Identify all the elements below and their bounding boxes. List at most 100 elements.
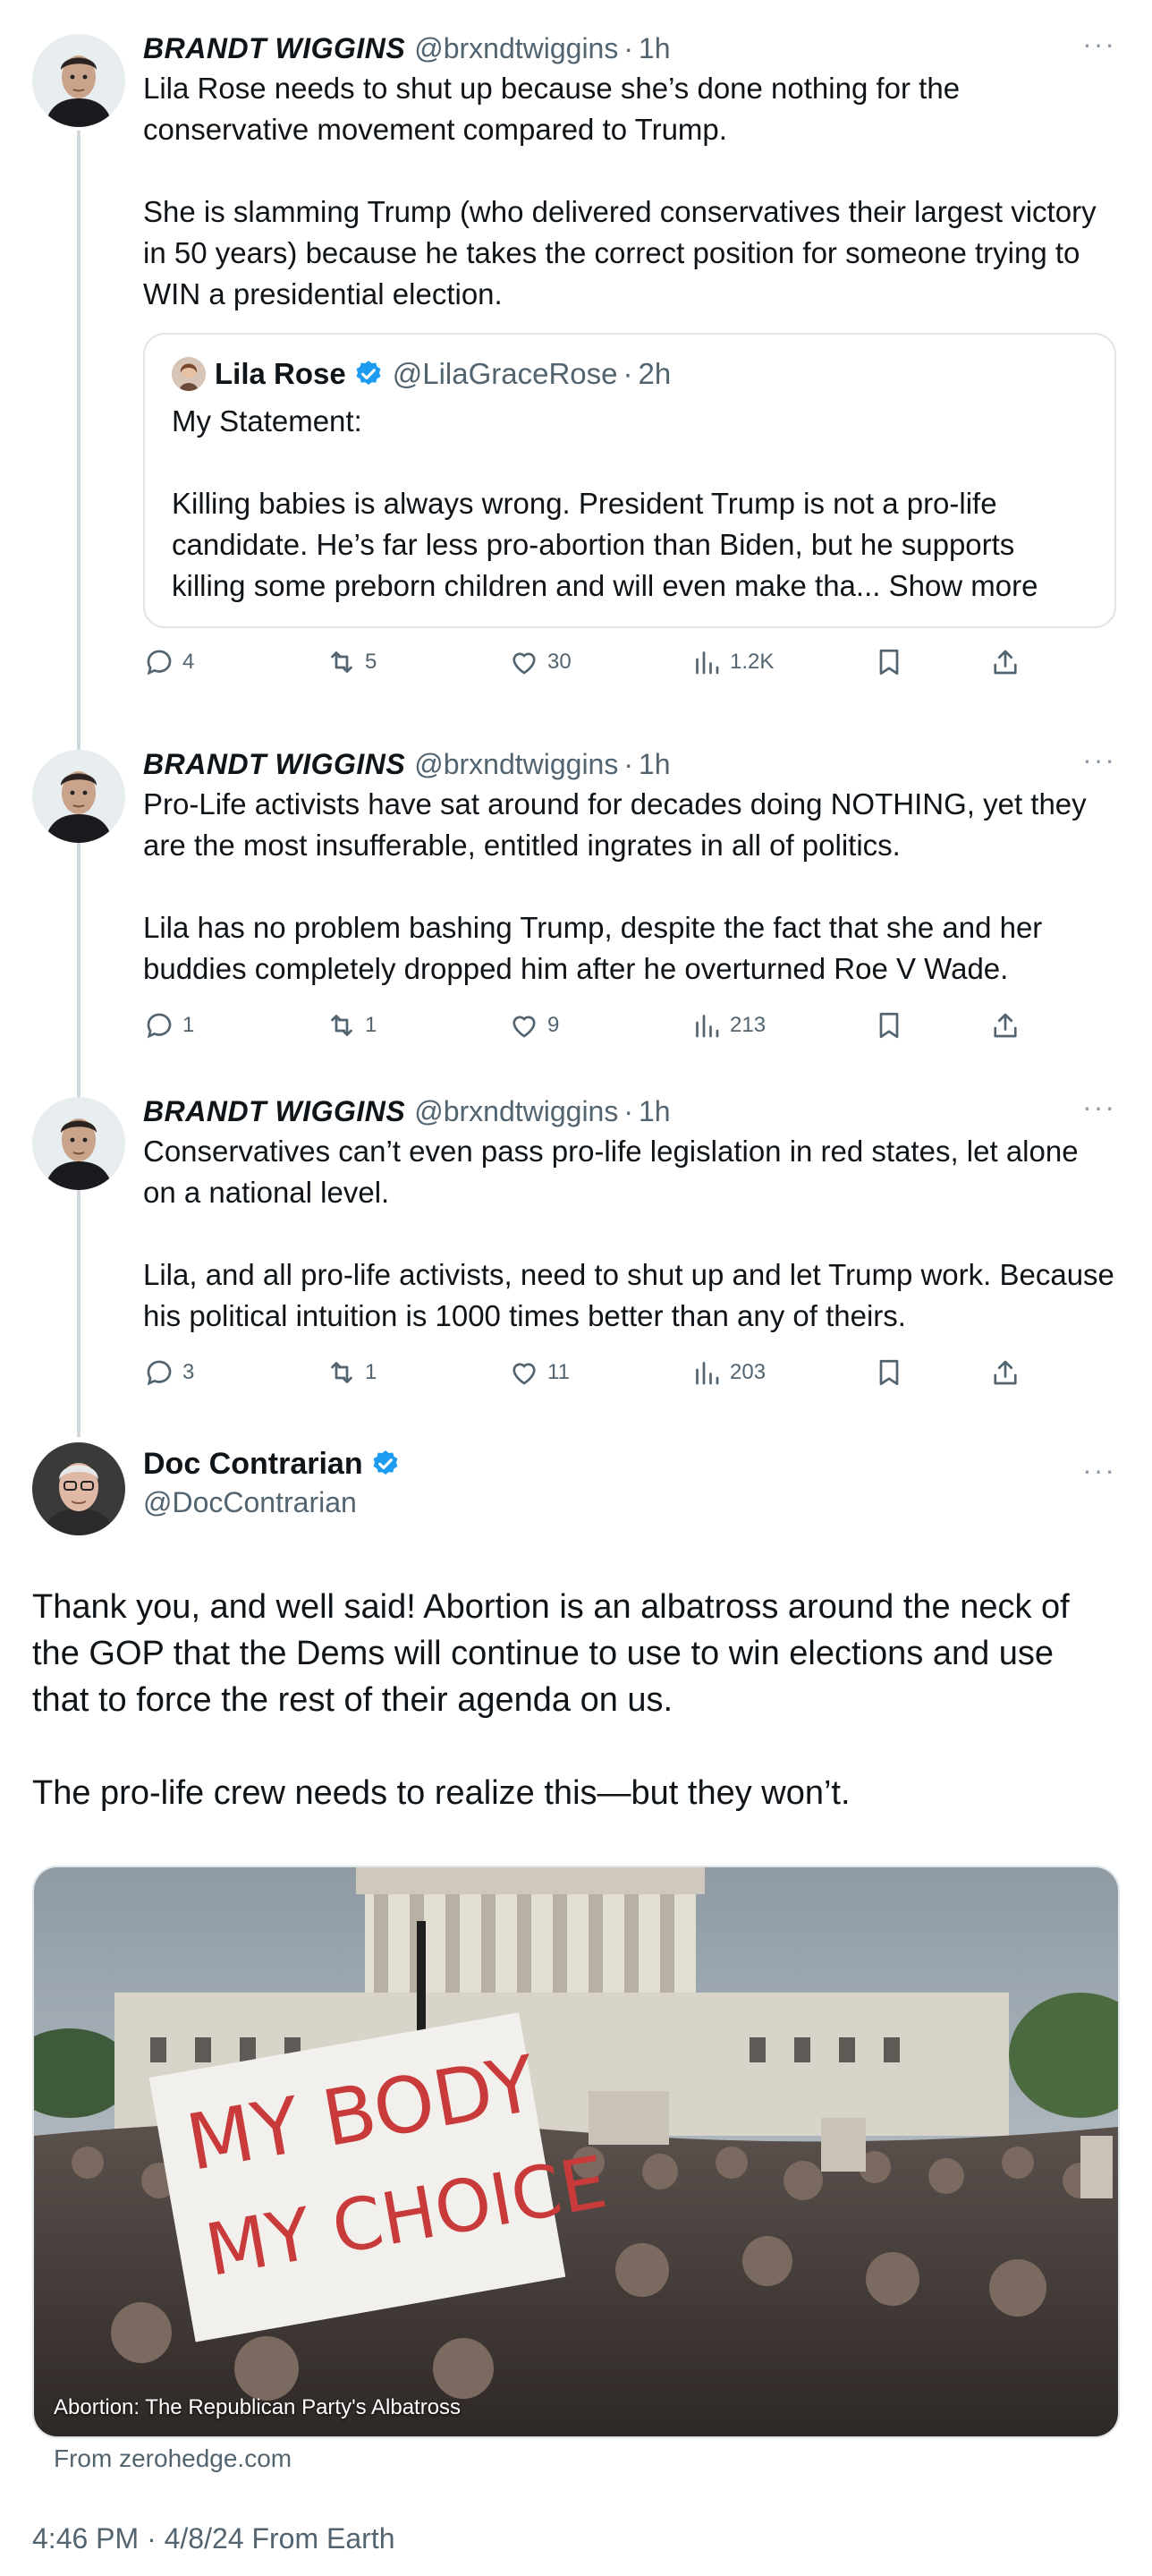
action-bar: 1 1 9 213 [143,1007,1116,1043]
link-source[interactable]: From zerohedge.com [54,2441,292,2477]
main-author-handle[interactable]: @DocContrarian [143,1484,401,1521]
author-name[interactable]: BRANDT WIGGINS [143,30,405,66]
protest-photo: MY BODY MY CHOICE [34,1867,1118,2436]
reply-button[interactable]: 1 [143,1009,326,1041]
separator-dot: · [623,357,633,390]
tweet-time[interactable]: 1h [639,30,671,66]
quoted-tweet-header: Lila Rose @LilaGraceRose · 2h [172,354,1088,394]
more-options-icon[interactable]: ··· [1082,745,1116,774]
bookmark-icon [879,649,899,676]
more-options-icon[interactable]: ··· [1082,1456,1116,1484]
repost-button[interactable]: 5 [326,646,508,678]
main-author-row: Doc Contrarian [143,1444,401,1484]
tweet-header: BRANDT WIGGINS @brxndtwiggins · 1h [143,1093,1116,1129]
views-icon [696,651,719,675]
like-count: 9 [547,1013,560,1037]
like-button[interactable]: 30 [508,646,690,678]
views-button[interactable]: 213 [690,1009,873,1041]
views-count: 203 [730,1360,767,1384]
heart-icon [512,652,536,675]
share-icon [994,1360,1017,1385]
quoted-tweet[interactable]: Lila Rose @LilaGraceRose · 2h My Stateme… [143,333,1116,628]
main-author-name[interactable]: Doc Contrarian [143,1444,363,1484]
repost-icon [331,1015,352,1036]
repost-icon [331,1362,352,1383]
media-image[interactable]: MY BODY MY CHOICE Abortion: The Republic… [32,1866,1120,2438]
reply-tweet[interactable]: BRANDT WIGGINS @brxndtwiggins · 1h ··· C… [143,1092,1116,1390]
author-name[interactable]: BRANDT WIGGINS [143,746,405,782]
tweet-time[interactable]: 1h [639,1093,671,1129]
views-icon [696,1015,719,1038]
author-handle[interactable]: @brxndtwiggins [414,746,618,782]
views-button[interactable]: 203 [690,1356,873,1389]
reply-count: 4 [182,650,195,674]
main-tweet-text: Thank you, and well said! Abortion is an… [32,1588,1070,1812]
share-button[interactable] [989,1356,1021,1389]
tweet-header: BRANDT WIGGINS @brxndtwiggins · 1h [143,746,1116,782]
verified-badge-icon [353,359,384,389]
quoted-avatar [172,357,206,391]
tweet-text: Pro-Life activists have sat around for d… [143,787,1087,985]
avatar[interactable] [32,750,125,843]
action-bar: 4 5 30 1.2K [143,644,1116,680]
views-button[interactable]: 1.2K [690,646,873,678]
verified-badge-icon [370,1449,401,1479]
tweet-text: Lila Rose needs to shut up because she’s… [143,72,1097,310]
share-button[interactable] [989,1009,1021,1041]
more-options-icon[interactable]: ··· [1082,30,1116,58]
repost-count: 5 [365,650,377,674]
like-count: 11 [547,1360,570,1384]
bookmark-button[interactable] [873,646,989,678]
bookmark-button[interactable] [873,1009,989,1041]
separator-dot: · [623,32,633,64]
tweet-time[interactable]: 1h [639,746,671,782]
avatar[interactable] [32,1097,125,1190]
share-button[interactable] [989,646,1021,678]
author-name[interactable]: BRANDT WIGGINS [143,1093,405,1129]
quoted-tweet-time: 2h [638,357,672,390]
like-count: 30 [547,650,572,674]
reply-tweet[interactable]: BRANDT WIGGINS @brxndtwiggins · 1h ··· L… [143,30,1116,680]
main-tweet-header: Doc Contrarian @DocContrarian [143,1444,401,1521]
heart-icon [512,1016,536,1038]
author-handle[interactable]: @brxndtwiggins [414,30,618,66]
tweet-header: BRANDT WIGGINS @brxndtwiggins · 1h [143,30,1116,66]
show-more-link[interactable]: Show more [880,569,1038,602]
media-caption: Abortion: The Republican Party's Albatro… [54,2395,462,2419]
reply-tweet[interactable]: BRANDT WIGGINS @brxndtwiggins · 1h ··· P… [143,745,1116,1043]
more-options-icon[interactable]: ··· [1082,1092,1116,1121]
repost-button[interactable]: 1 [326,1009,508,1041]
reply-icon [147,1360,172,1386]
repost-button[interactable]: 1 [326,1356,508,1389]
bookmark-icon [879,1359,899,1386]
quoted-author-name: Lila Rose [215,357,346,390]
bookmark-icon [879,1012,899,1039]
quoted-tweet-text: My Statement: Killing babies is always w… [172,401,1088,607]
like-button[interactable]: 9 [508,1009,690,1041]
main-avatar[interactable] [32,1442,125,1535]
repost-icon [331,651,352,673]
reply-count: 3 [182,1360,195,1384]
reply-button[interactable]: 3 [143,1356,326,1389]
views-icon [696,1362,719,1385]
quoted-author-handle: @LilaGraceRose [392,357,618,390]
author-handle[interactable]: @brxndtwiggins [414,1093,618,1129]
reply-button[interactable]: 4 [143,646,326,678]
action-bar: 3 1 11 203 [143,1355,1116,1390]
reply-icon [147,1013,172,1039]
like-button[interactable]: 11 [508,1356,690,1389]
bookmark-button[interactable] [873,1356,989,1389]
heart-icon [512,1363,536,1385]
separator-dot: · [623,1095,633,1127]
share-icon [994,650,1017,675]
views-count: 213 [730,1013,767,1037]
tweet-timestamp[interactable]: 4:46 PM · 4/8/24 From Earth [32,2519,395,2558]
repost-count: 1 [365,1360,377,1384]
tweet-text: Conservatives can’t even pass pro-life l… [143,1135,1114,1332]
reply-icon [147,650,172,676]
avatar[interactable] [32,34,125,127]
views-count: 1.2K [730,650,775,674]
repost-count: 1 [365,1013,377,1037]
separator-dot: · [623,748,633,780]
share-icon [994,1013,1017,1038]
